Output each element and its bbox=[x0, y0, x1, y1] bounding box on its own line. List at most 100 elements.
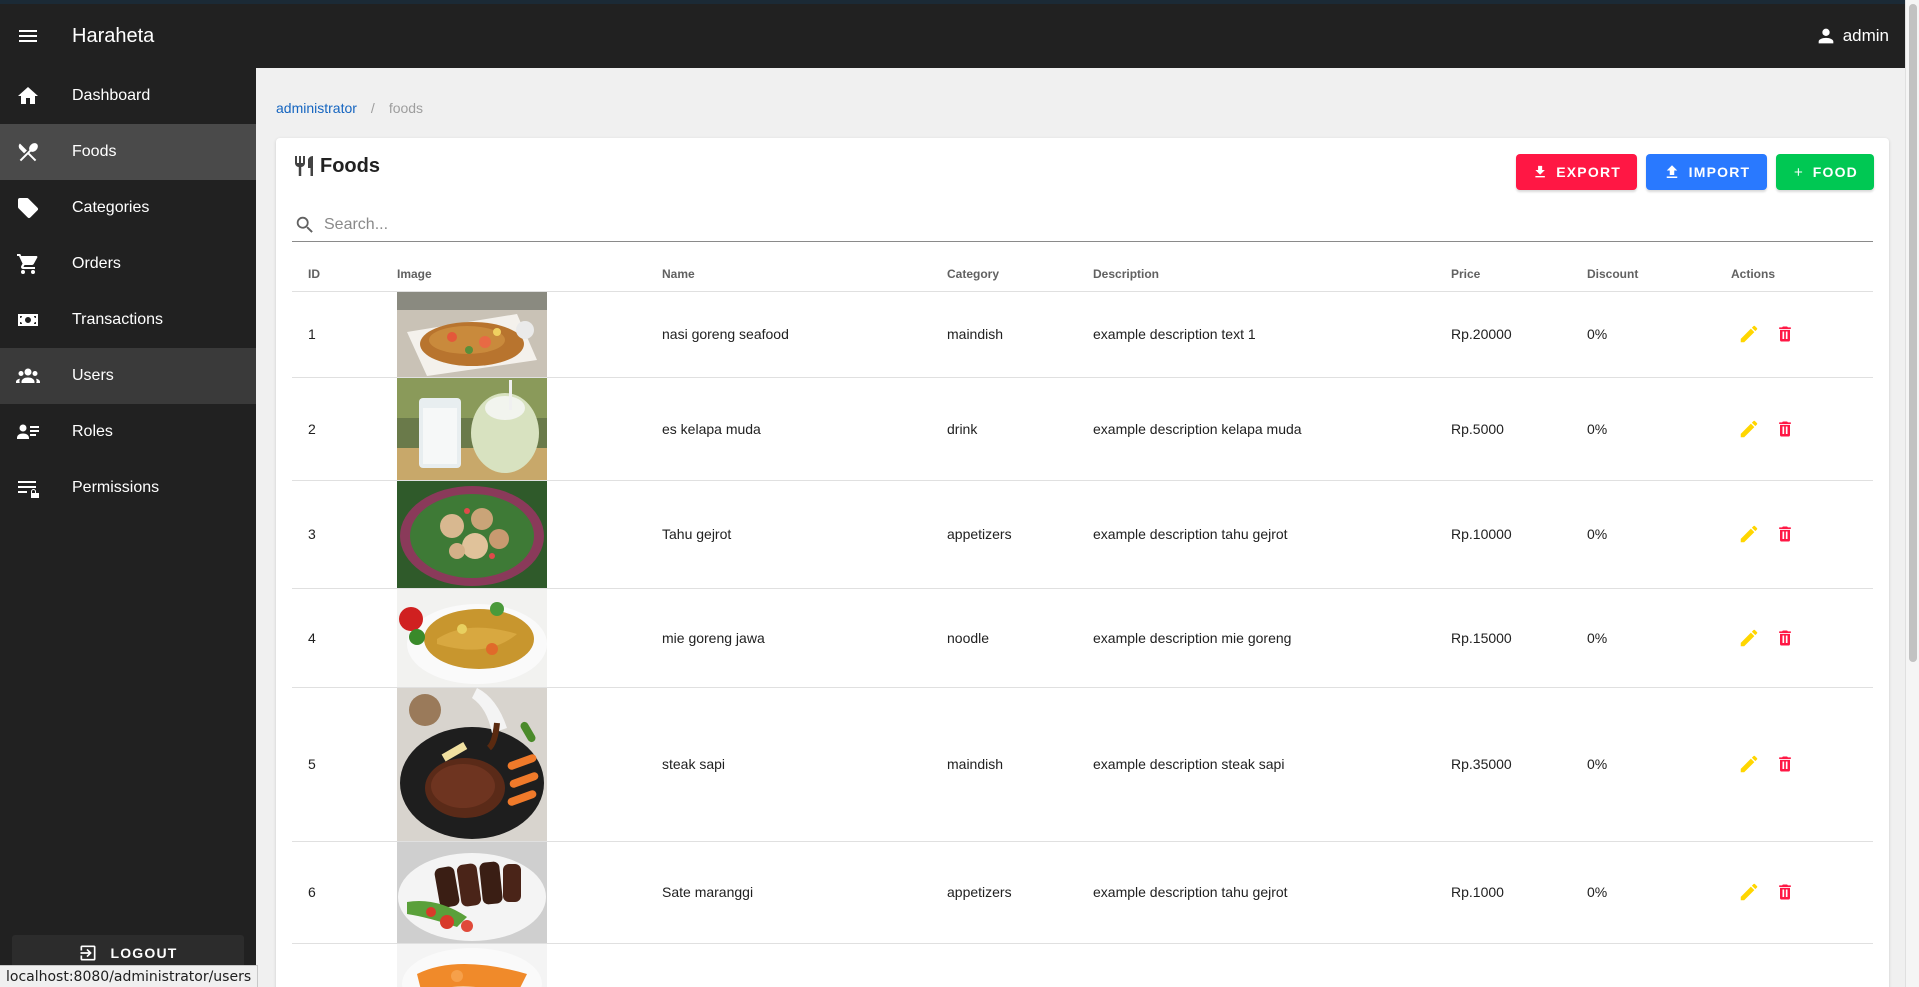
cell-id bbox=[292, 943, 397, 987]
permissions-icon bbox=[0, 476, 56, 500]
cell-id: 3 bbox=[292, 480, 397, 589]
upload-icon bbox=[1666, 165, 1677, 178]
delete-button[interactable] bbox=[1773, 626, 1797, 650]
sidebar-item-dashboard[interactable]: Dashboard bbox=[0, 68, 256, 124]
sidebar-item-foods[interactable]: Foods bbox=[0, 124, 256, 180]
column-header-image[interactable]: Image bbox=[397, 257, 662, 292]
cell-image bbox=[397, 943, 662, 987]
column-header-description[interactable]: Description bbox=[1093, 257, 1451, 292]
sidebar-item-label: Users bbox=[72, 367, 114, 384]
app-bar: Haraheta admin bbox=[0, 0, 1905, 68]
foods-table: ID Image Name Category Description Price… bbox=[292, 257, 1873, 987]
delete-button[interactable] bbox=[1773, 322, 1797, 346]
import-button[interactable]: IMPORT bbox=[1646, 154, 1767, 190]
user-menu[interactable]: admin bbox=[1815, 25, 1889, 47]
search-input[interactable] bbox=[324, 215, 1824, 234]
edit-button[interactable] bbox=[1737, 417, 1761, 441]
sidebar-item-roles[interactable]: Roles bbox=[0, 404, 256, 460]
page-scrollbar[interactable] bbox=[1905, 0, 1919, 987]
cell-name: nasi goreng seafood bbox=[662, 291, 947, 378]
hamburger-icon bbox=[19, 30, 37, 42]
table-row bbox=[292, 943, 1873, 987]
cell-id: 2 bbox=[292, 377, 397, 481]
edit-button[interactable] bbox=[1737, 880, 1761, 904]
cell-discount: 0% bbox=[1587, 291, 1731, 378]
sidebar-item-permissions[interactable]: Permissions bbox=[0, 460, 256, 516]
silverware-icon bbox=[0, 140, 56, 164]
table-row: 5 steak sapi maindish example descriptio… bbox=[292, 687, 1873, 842]
cell-price: Rp.5000 bbox=[1451, 377, 1587, 481]
cell-name: mie goreng jawa bbox=[662, 588, 947, 688]
breadcrumb-administrator[interactable]: administrator bbox=[276, 100, 357, 116]
sidebar-item-label: Permissions bbox=[72, 479, 160, 496]
column-header-name[interactable]: Name bbox=[662, 257, 947, 292]
pencil-icon bbox=[1740, 755, 1758, 773]
delete-button[interactable] bbox=[1773, 880, 1797, 904]
pencil-icon bbox=[1740, 525, 1758, 543]
column-header-price[interactable]: Price bbox=[1451, 257, 1587, 292]
trash-icon bbox=[1779, 526, 1791, 542]
cell-name: Sate maranggi bbox=[662, 841, 947, 944]
cell-description: example description tahu gejrot bbox=[1093, 480, 1451, 589]
edit-button[interactable] bbox=[1737, 522, 1761, 546]
cell-id: 1 bbox=[292, 291, 397, 378]
cell-name: steak sapi bbox=[662, 687, 947, 842]
food-image-sate bbox=[397, 841, 547, 943]
download-icon bbox=[1535, 165, 1545, 178]
users-icon bbox=[0, 364, 56, 388]
column-header-id[interactable]: ID bbox=[292, 257, 397, 292]
main-content: administrator / foods Foods EXPORT IMPOR… bbox=[256, 68, 1905, 987]
tags-icon bbox=[0, 196, 56, 220]
delete-button[interactable] bbox=[1773, 417, 1797, 441]
export-label: EXPORT bbox=[1556, 164, 1621, 180]
export-button[interactable]: EXPORT bbox=[1516, 154, 1637, 190]
pencil-icon bbox=[1740, 883, 1758, 901]
add-food-button[interactable]: FOOD bbox=[1776, 154, 1874, 190]
cell-id: 6 bbox=[292, 841, 397, 944]
cell-image bbox=[397, 687, 662, 842]
roles-icon bbox=[0, 420, 56, 444]
user-name: admin bbox=[1842, 26, 1889, 45]
food-image-partial bbox=[397, 943, 547, 987]
cell-name: es kelapa muda bbox=[662, 377, 947, 481]
pencil-icon bbox=[1740, 629, 1758, 646]
edit-button[interactable] bbox=[1737, 752, 1761, 776]
trash-icon bbox=[1779, 421, 1791, 436]
table-row: 6 Sate maranggi appetizers example descr… bbox=[292, 841, 1873, 944]
cell-price: Rp.35000 bbox=[1451, 687, 1587, 842]
breadcrumb: administrator / foods bbox=[276, 100, 423, 116]
cell-id: 5 bbox=[292, 687, 397, 842]
delete-button[interactable] bbox=[1773, 752, 1797, 776]
plus-icon bbox=[1794, 168, 1803, 176]
cell-name: Tahu gejrot bbox=[662, 480, 947, 589]
column-header-actions: Actions bbox=[1731, 257, 1873, 292]
sidebar-item-categories[interactable]: Categories bbox=[0, 180, 256, 236]
cell-discount: 0% bbox=[1587, 480, 1731, 589]
sidebar-item-users[interactable]: Users bbox=[0, 348, 256, 404]
cell-actions bbox=[1731, 687, 1873, 842]
table-row: 4 mie goreng jawa noodle example descrip… bbox=[292, 588, 1873, 688]
scrollbar-thumb[interactable] bbox=[1909, 4, 1917, 662]
edit-button[interactable] bbox=[1737, 322, 1761, 346]
cell-price: Rp.20000 bbox=[1451, 291, 1587, 378]
sidebar-item-label: Transactions bbox=[72, 311, 163, 328]
logout-label: LOGOUT bbox=[110, 945, 178, 961]
sidebar-item-orders[interactable]: Orders bbox=[0, 236, 256, 292]
card-header: Foods bbox=[292, 154, 380, 178]
cell-image bbox=[397, 480, 662, 589]
pencil-icon bbox=[1740, 325, 1758, 343]
sidebar-item-transactions[interactable]: Transactions bbox=[0, 292, 256, 348]
cell-price: Rp.1000 bbox=[1451, 841, 1587, 944]
breadcrumb-separator: / bbox=[370, 100, 375, 116]
cell-actions bbox=[1731, 480, 1873, 589]
cell-category: maindish bbox=[947, 291, 1093, 378]
menu-button[interactable] bbox=[0, 4, 56, 68]
column-header-discount[interactable]: Discount bbox=[1587, 257, 1731, 292]
column-header-category[interactable]: Category bbox=[947, 257, 1093, 292]
sidebar: Dashboard Foods Categories Orders Transa… bbox=[0, 68, 256, 987]
cell-discount: 0% bbox=[1587, 588, 1731, 688]
cell-price: Rp.10000 bbox=[1451, 480, 1587, 589]
cell-category: appetizers bbox=[947, 841, 1093, 944]
edit-button[interactable] bbox=[1737, 626, 1761, 650]
delete-button[interactable] bbox=[1773, 522, 1797, 546]
